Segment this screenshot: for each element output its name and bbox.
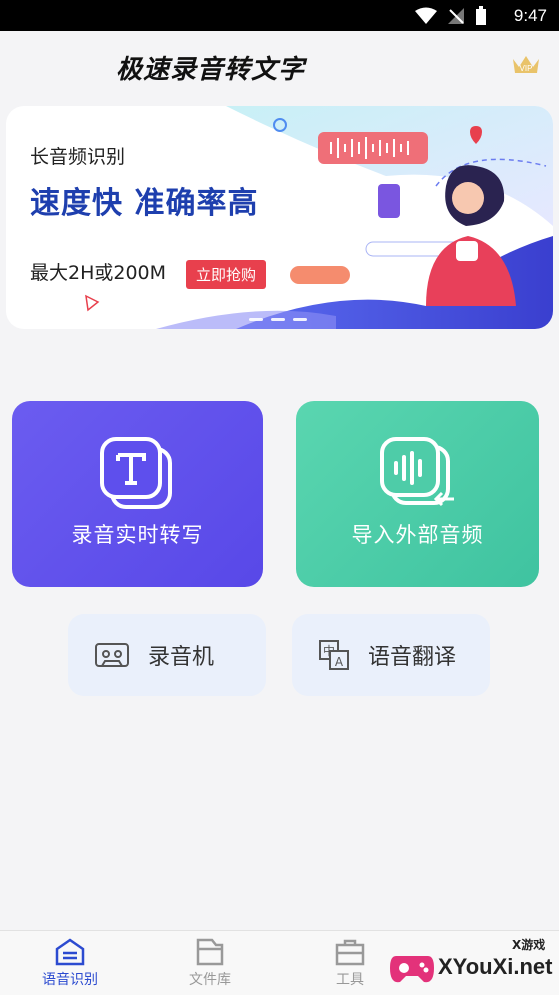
folder-icon [196,938,224,966]
watermark-logo: X游戏 XYouXi.net [386,932,559,994]
buy-now-button[interactable]: 立即抢购 [186,260,267,289]
banner-headline: 速度快 准确率高 [30,186,259,221]
page-title: 极速录音转文字 [116,55,306,85]
toolbox-icon [335,939,365,966]
realtime-transcribe-card[interactable]: 录音实时转写 [12,401,263,587]
battery-icon [476,6,486,25]
tab-label: 文件库 [189,972,231,988]
vip-crown-icon[interactable]: VIP [511,53,541,77]
tab-tools[interactable]: 工具 [310,937,390,989]
gamepad-icon [390,956,434,983]
banner-limit-text: 最大2H或200M [30,262,167,284]
status-time: 9:47 [513,6,547,25]
promo-banner[interactable]: 长音频识别 速度快 准确率高 最大2H或200M 立即抢购 [6,106,553,329]
tab-label: 语音识别 [42,972,98,988]
banner-subtitle: 长音频识别 [30,146,126,168]
realtime-transcribe-label: 录音实时转写 [71,523,204,547]
tab-speech-recognition[interactable]: 语音识别 [30,937,110,989]
svg-text:A: A [335,655,344,669]
house-icon [55,938,85,966]
tab-label: 工具 [336,972,364,988]
app-bar: 极速录音转文字 VIP [0,31,559,103]
recorder-button[interactable]: 录音机 [68,614,266,696]
status-bar: 9:47 [0,0,559,31]
pagination-dot [249,318,263,321]
import-audio-card[interactable]: 导入外部音频 [296,401,539,587]
banner-pagination [249,318,307,321]
wifi-icon [415,7,437,24]
cassette-icon [95,643,129,667]
import-audio-label: 导入外部音频 [351,523,484,547]
pagination-dot [293,318,307,321]
voice-translate-label: 语音翻译 [368,645,457,670]
voice-translate-button[interactable]: 中 A 语音翻译 [292,614,490,696]
no-signal-icon [448,8,464,24]
recorder-label: 录音机 [148,645,215,670]
pagination-dot [271,318,285,321]
text-t-icon [99,437,172,509]
translate-icon: 中 A [319,640,349,670]
watermark-brand-text: XYouXi.net [438,954,553,979]
vip-badge-text: VIP [520,64,533,73]
audio-import-icon [379,437,454,507]
status-icons [415,6,487,26]
tab-file-library[interactable]: 文件库 [170,937,250,989]
watermark-small-text: X游戏 [512,938,546,952]
